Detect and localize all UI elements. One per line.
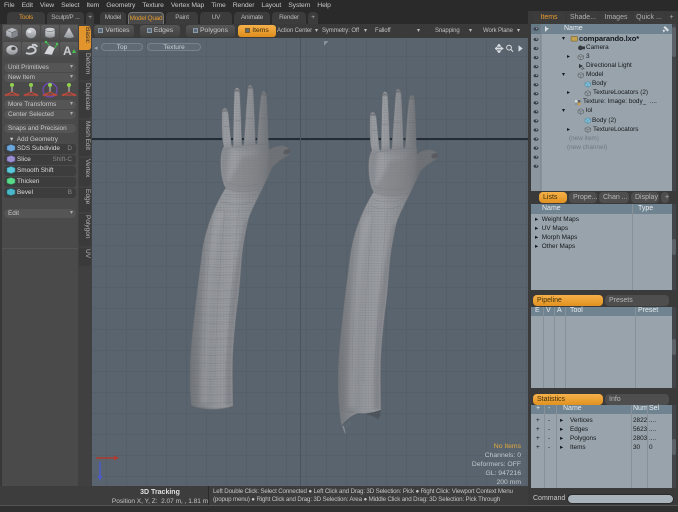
svg-text:A: A — [63, 44, 72, 58]
